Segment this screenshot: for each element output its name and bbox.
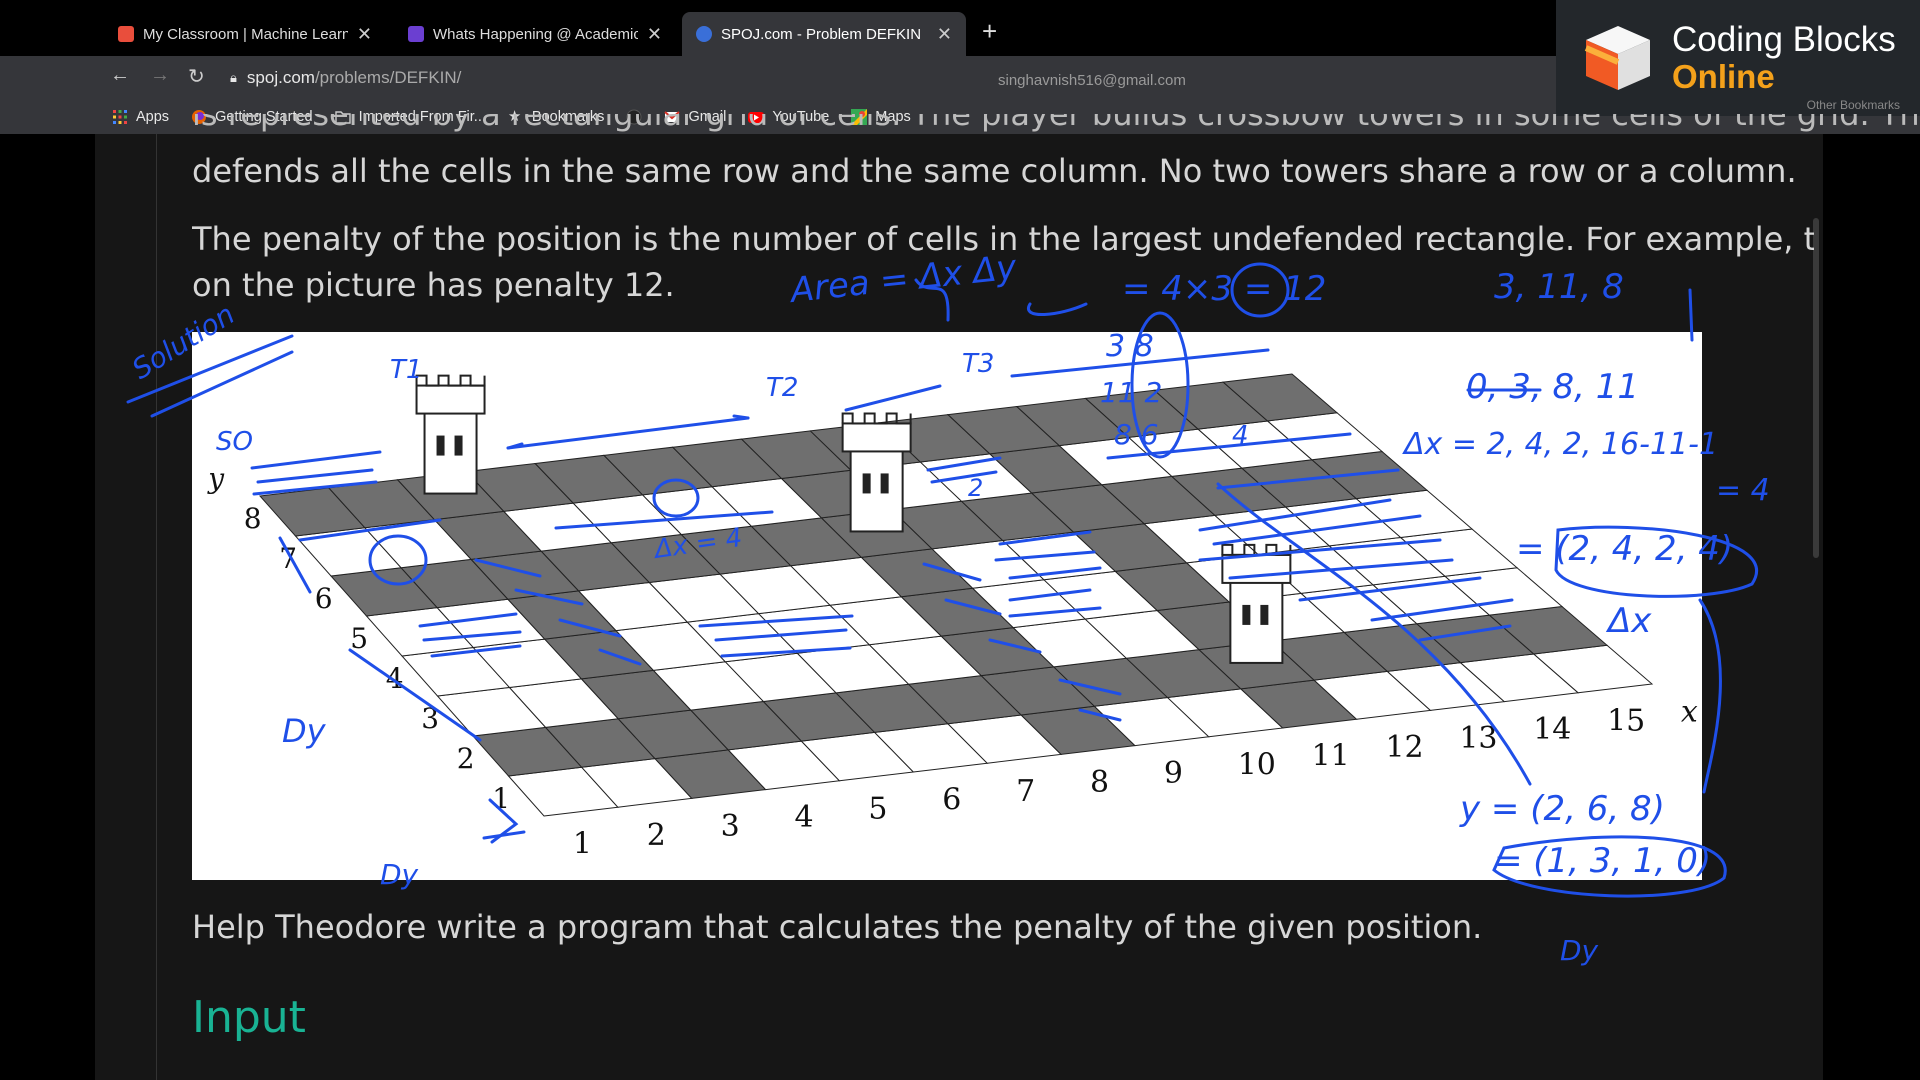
annotation-dx: Δx = 2, 4, 2, 16-11-1 <box>1402 427 1718 462</box>
annotation-x-sorted: 0, 3, 8, 11 <box>1466 367 1639 407</box>
annotation-dy-left: Dy <box>282 712 327 750</box>
annotation-solution: Solution <box>126 297 240 385</box>
handwritten-annotations: Area = Δx Δy = 4×3 = 12 3, 11, 8 0, 3, 8… <box>126 247 1770 967</box>
annotation-dx-label: Δx <box>1605 601 1652 641</box>
annotation-t2: T2 <box>766 373 798 403</box>
annotation-y-vals: y = (2, 6, 8) <box>1459 789 1665 829</box>
annotation-dy-bottom: Dy <box>380 858 419 891</box>
annotation-so: SO <box>216 427 253 457</box>
annotation-dy-label: Dy <box>1560 934 1599 967</box>
annotation-t1: T1 <box>390 355 422 385</box>
annotation-calc: = 4×3 = 12 <box>1122 269 1326 309</box>
annotation-dx-note: = 4 <box>1716 473 1770 508</box>
annotation-two: 2 <box>968 474 983 502</box>
annotation-x-raw: 3, 11, 8 <box>1494 267 1624 307</box>
annotation-dx4: Δx = 4 <box>651 523 744 565</box>
annotation-dy-result: = (1, 3, 1, 0) <box>1494 841 1711 881</box>
annotation-area: Area = Δx Δy <box>787 247 1019 311</box>
annotation-t3: T3 <box>962 349 994 379</box>
annotation-stack-1: 3 8 <box>1106 329 1154 364</box>
